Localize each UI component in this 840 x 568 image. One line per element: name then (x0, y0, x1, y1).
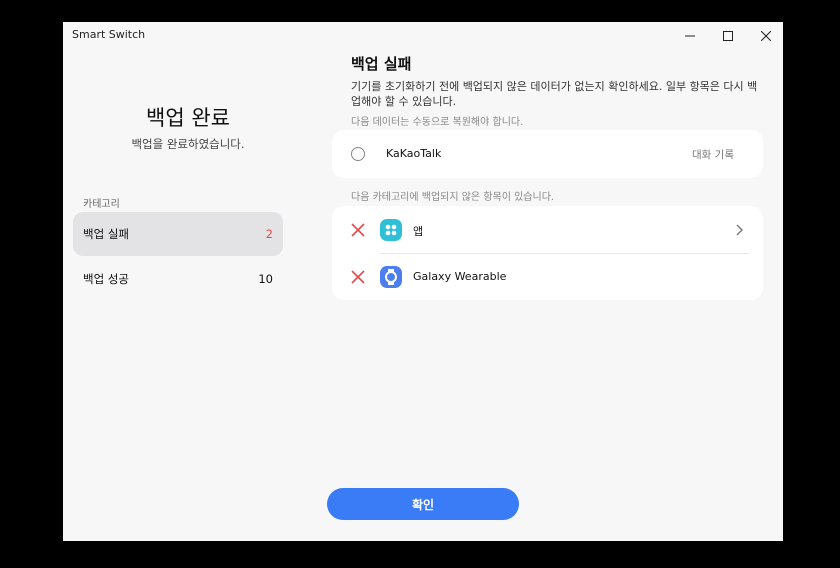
category-label: 카테고리 (83, 199, 120, 210)
close-button[interactable] (747, 22, 783, 50)
list-item-meta: 대화 기록 (692, 149, 734, 161)
title-bar: Smart Switch (63, 22, 783, 50)
minimize-button[interactable] (671, 22, 709, 50)
manual-restore-note: 다음 데이터는 수동으로 복원해야 합니다. (351, 117, 524, 128)
manual-restore-card: KaKaoTalk 대화 기록 (332, 130, 763, 178)
detail-title: 백업 실패 (351, 55, 412, 73)
category-item-backup-failed[interactable]: 백업 실패 2 (73, 212, 283, 256)
category-item-count: 10 (258, 272, 273, 286)
wearable-icon (380, 266, 402, 288)
list-item-kakaotalk[interactable]: KaKaoTalk 대화 기록 (332, 130, 763, 176)
maximize-button[interactable] (709, 22, 747, 50)
failed-category-card: 앱 Galaxy Wearable (332, 206, 763, 300)
list-item-label: KaKaoTalk (386, 147, 442, 160)
apps-icon (380, 219, 402, 241)
category-item-label: 백업 실패 (83, 227, 129, 241)
list-item-galaxy-wearable[interactable]: Galaxy Wearable (332, 254, 763, 300)
category-item-label: 백업 성공 (83, 272, 129, 286)
close-icon (761, 31, 771, 41)
radio-button[interactable] (351, 147, 365, 161)
detail-description: 기기를 초기화하기 전에 백업되지 않은 데이터가 없는지 확인하세요. 일부 … (351, 80, 758, 108)
minimize-icon (685, 35, 695, 37)
failed-x-icon (351, 223, 365, 237)
list-item-label: Galaxy Wearable (413, 270, 507, 283)
category-item-backup-succeeded[interactable]: 백업 성공 10 (73, 257, 283, 301)
failed-x-icon (351, 270, 365, 284)
smart-switch-window: Smart Switch 백업 완료 백업을 완료하였습니다. 카테고리 백업 … (63, 22, 783, 541)
category-item-count: 2 (265, 227, 273, 241)
app-title: Smart Switch (72, 28, 146, 41)
list-item-label: 앱 (413, 225, 424, 238)
maximize-icon (723, 31, 733, 41)
failed-category-note: 다음 카테고리에 백업되지 않은 항목이 있습니다. (351, 192, 555, 203)
list-item-apps[interactable]: 앱 (332, 207, 763, 253)
summary-title: 백업 완료 (146, 106, 230, 130)
confirm-button[interactable]: 확인 (327, 488, 519, 520)
summary-subtitle: 백업을 완료하였습니다. (131, 137, 245, 151)
chevron-right-icon[interactable] (734, 223, 744, 237)
